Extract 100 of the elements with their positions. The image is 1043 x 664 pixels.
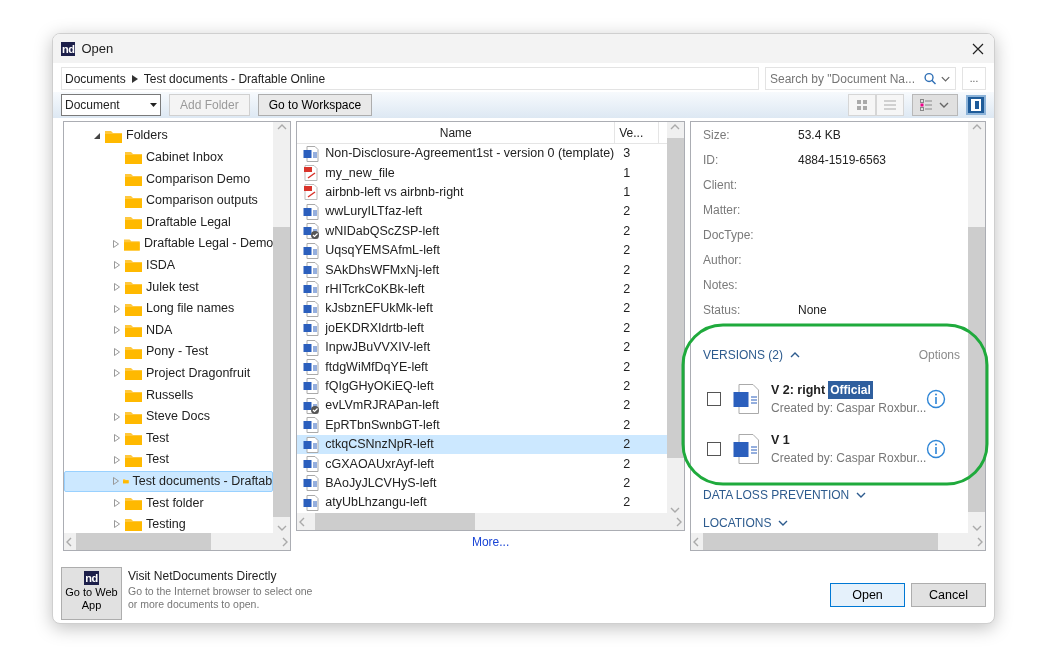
field-label: ID: [702, 151, 720, 169]
file-row[interactable]: evLVmRJRAPan-left 2 [297, 396, 667, 416]
version-number: 2 [622, 300, 631, 318]
collapsed-icon[interactable] [113, 455, 120, 464]
scroll-up-icon [275, 122, 288, 132]
field-label: Notes: [702, 276, 739, 294]
web-app-button[interactable]: nd Go to Web App [61, 567, 122, 620]
file-row[interactable]: wNIDabQScZSP-left 2 [297, 221, 667, 241]
tree-item[interactable]: Russells [146, 385, 194, 405]
file-row[interactable]: InpwJBuVVXIV-left 2 [297, 337, 667, 358]
collapsed-icon[interactable] [113, 434, 120, 443]
vertical-scrollbar[interactable] [273, 122, 291, 533]
collapsed-icon[interactable] [113, 369, 120, 378]
file-row[interactable]: Non-Disclosure-Agreement1st - version 0 (template) 3 [297, 144, 667, 164]
preview-pane-toggle[interactable] [966, 95, 986, 115]
view-button[interactable] [876, 94, 904, 116]
word-file-icon [303, 320, 320, 337]
field-value: 4884-1519-6563 [797, 151, 887, 169]
view-button[interactable] [912, 94, 958, 116]
file-row[interactable]: wwLuryILTfaz-left 2 [297, 202, 667, 222]
collapsed-icon[interactable] [113, 477, 119, 486]
vertical-scrollbar[interactable] [666, 122, 684, 513]
word-file-icon [303, 475, 320, 492]
tree-item[interactable]: Pony - Test [146, 342, 209, 362]
file-name: wNIDabQScZSP-left [325, 222, 440, 240]
version-number: 1 [622, 184, 631, 202]
section-header[interactable]: DATA LOSS PREVENTION [690, 482, 968, 510]
file-row[interactable]: ctkqCSNnzNpR-left 2 [297, 434, 667, 455]
file-row[interactable]: atyUbLhzangu-left 2 [297, 493, 667, 513]
tree-item[interactable]: Julek test [146, 277, 199, 297]
collapsed-icon[interactable] [113, 347, 120, 356]
toolbar-button[interactable]: Go to Workspace [257, 94, 373, 116]
dialog-button[interactable]: Cancel [911, 583, 986, 607]
type-dropdown[interactable]: Document [61, 94, 161, 116]
tree-item[interactable]: Cabinet Inbox [146, 148, 224, 167]
collapsed-icon[interactable] [113, 239, 120, 248]
breadcrumb-item[interactable]: Documents [65, 69, 126, 88]
info-icon[interactable] [925, 439, 946, 459]
collapsed-icon[interactable] [113, 498, 120, 507]
more-link[interactable]: More... [471, 533, 510, 551]
file-row[interactable]: kJsbznEFUkMk-left 2 [297, 299, 667, 319]
file-row[interactable]: SAkDhsWFMxNj-left 2 [297, 260, 667, 280]
expanded-icon[interactable] [93, 132, 100, 139]
more-button[interactable]: ... [962, 67, 986, 90]
file-row[interactable]: my_new_file 1 [297, 163, 667, 183]
version-number: 2 [622, 378, 631, 395]
view-button[interactable] [848, 94, 876, 116]
breadcrumb-item[interactable]: Test documents - Draftable Online [143, 69, 326, 88]
vertical-scrollbar[interactable] [968, 122, 985, 533]
horizontal-scrollbar[interactable] [690, 533, 985, 550]
file-row[interactable]: cGXAOAUxrAyf-left 2 [297, 454, 667, 474]
section-header[interactable]: LOCATIONS [690, 510, 968, 533]
tree-item[interactable]: Comparison Demo [146, 169, 251, 189]
info-icon[interactable] [925, 389, 946, 409]
collapsed-icon[interactable] [113, 282, 120, 291]
file-row[interactable]: ftdgWiMfDqYE-left 2 [297, 357, 667, 377]
file-row[interactable]: airbnb-left vs airbnb-right 1 [297, 182, 667, 203]
file-row[interactable]: UqsqYEMSAfmL-left 2 [297, 240, 667, 261]
tree-item[interactable]: Test [146, 450, 169, 470]
file-row[interactable]: EpRTbnSwnbGT-left 2 [297, 415, 667, 435]
versions-header[interactable]: VERSIONS (2) [702, 346, 801, 364]
tree-item[interactable]: Long file names [146, 299, 235, 318]
options-link[interactable]: Options [918, 346, 960, 364]
tree-item[interactable]: Test folder [146, 493, 204, 513]
file-row[interactable]: BAoJyJLCVHyS-left 2 [297, 473, 667, 494]
tree-item[interactable]: Draftable Legal [146, 212, 231, 232]
tree-item[interactable]: ISDA [146, 256, 176, 275]
collapsed-icon[interactable] [113, 412, 120, 421]
version-author: Created by: Caspar Roxbur... [770, 400, 926, 418]
collapsed-icon[interactable] [113, 326, 120, 335]
horizontal-scrollbar[interactable] [297, 513, 684, 530]
tree-item[interactable]: Test [146, 428, 169, 448]
tree-item[interactable]: Project Dragonfruit [146, 363, 251, 383]
tree-item[interactable]: NDA [146, 320, 173, 340]
collapsed-icon[interactable] [113, 261, 120, 270]
collapsed-icon[interactable] [113, 520, 120, 529]
column-header[interactable]: Name [297, 122, 616, 143]
checkbox[interactable] [706, 392, 721, 406]
file-row[interactable]: rHITcrkCoKBk-left 2 [297, 279, 667, 300]
dialog-button[interactable]: Open [830, 583, 905, 607]
word-file-icon [303, 300, 320, 317]
footer-description: Go to the Internet browser to select one or more documents to open. [128, 585, 314, 611]
folder-icon [125, 431, 142, 446]
column-header[interactable]: Ve... [615, 122, 660, 143]
file-row[interactable]: joEKDRXIdrtb-left 2 [297, 318, 667, 338]
tree-item[interactable]: Comparison outputs [146, 191, 258, 210]
tree-item[interactable]: Test documents - Draftab [64, 470, 274, 493]
tree-item[interactable]: Testing [146, 515, 186, 533]
tree-item[interactable]: Steve Docs [146, 407, 210, 426]
tree-item[interactable]: Folders [126, 126, 168, 146]
checkbox[interactable] [706, 442, 721, 456]
version-number: 2 [622, 242, 631, 260]
folder-icon [125, 150, 142, 165]
horizontal-scrollbar[interactable] [64, 533, 291, 550]
tree-item[interactable]: Draftable Legal - Demo [144, 234, 274, 254]
file-name: wwLuryILTfaz-left [325, 203, 423, 221]
folder-icon [105, 128, 122, 143]
file-row[interactable]: fQIgGHyOKiEQ-left 2 [297, 376, 667, 397]
search-field[interactable]: Search by "Document Na... [765, 67, 956, 90]
collapsed-icon[interactable] [113, 304, 120, 313]
